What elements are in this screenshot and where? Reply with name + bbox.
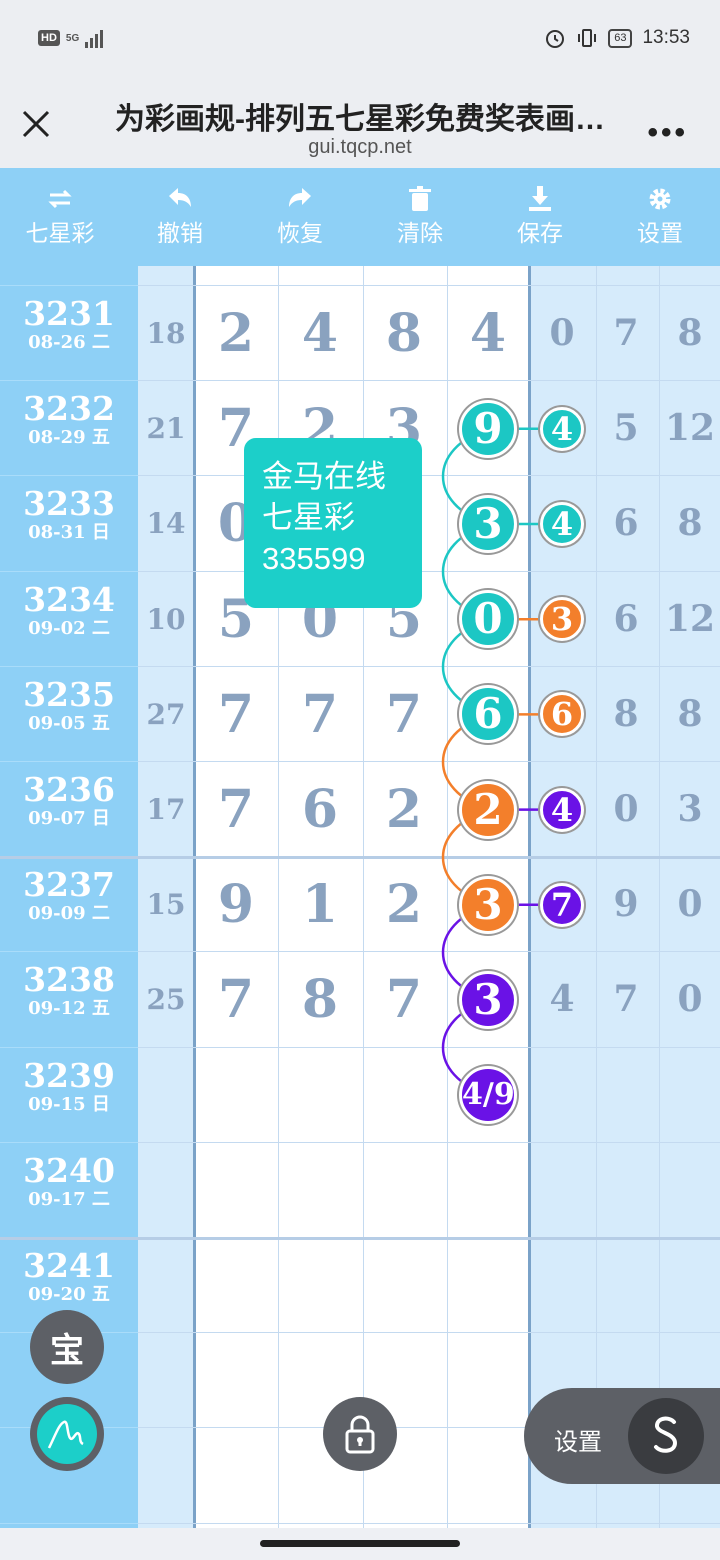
more-menu-icon[interactable]: ••• [647,116,688,150]
highlight-ball[interactable]: 3 [459,495,517,553]
lottery-type-button[interactable]: 七星彩 [0,168,120,266]
redo-button[interactable]: 恢复 [240,168,360,266]
tooltip-line: 七星彩 [262,500,355,535]
marker-ball[interactable]: 7 [540,882,584,927]
lock-icon [345,1415,375,1454]
network-type: 5G [65,32,80,44]
undo-icon [169,188,191,207]
save-button[interactable]: 保存 [480,168,600,266]
hd-badge: HD [38,30,60,46]
draw-tooltip: 金马在线 七星彩 335599 [244,438,422,608]
settings-pill-label: 设置 [554,1429,602,1456]
trash-icon [409,186,431,211]
bao-label: 宝 [50,1331,84,1370]
toolbar: 七星彩 撤销 恢复 清除 保存 设置 [0,168,720,266]
toolbar-label: 清除 [397,220,443,246]
highlight-ball[interactable]: 6 [459,685,517,744]
download-icon [529,186,551,211]
signal-icon [85,28,104,48]
s-logo-icon [654,1416,678,1453]
s-button[interactable] [628,1398,704,1474]
clear-button[interactable]: 清除 [360,168,480,266]
page-title: 为彩画规-排列五七星彩免费奖表画… [115,103,605,136]
toolbar-label: 设置 [637,220,683,246]
marker-ball[interactable]: 4 [540,406,584,451]
battery-icon: 63 [608,28,633,48]
highlight-ball[interactable]: 3 [459,971,517,1029]
marker-ball[interactable]: 4 [540,502,584,546]
toolbar-label: 撤销 [157,220,203,246]
toolbar-label: 保存 [517,220,563,246]
vibrate-icon [578,29,597,47]
highlight-ball[interactable]: 3 [459,875,517,934]
marker-ball[interactable]: 4 [540,787,584,832]
pen-scribble-icon [47,1420,84,1449]
highlight-ball[interactable]: 9 [459,399,517,458]
tooltip-line: 335599 [262,541,366,576]
home-indicator [260,1540,460,1547]
toolbar-label: 七星彩 [25,220,95,246]
highlight-ball[interactable]: 4/9 [459,1066,517,1125]
browser-title-bar: 为彩画规-排列五七星彩免费奖表画… gui.tqcp.net ••• [0,80,720,168]
clock: 13:53 [642,27,690,48]
page-url: gui.tqcp.net [308,136,412,158]
lock-button[interactable] [323,1397,397,1471]
settings-button[interactable]: 设置 [600,168,720,266]
redo-icon [289,188,311,207]
alarm-icon [546,30,565,48]
lottery-trend-chart[interactable]: 3231 08-26 二 18 2 4 8 4 0 7 8 3232 08-29 五 21 7 2 3 5 12 3… [0,266,720,1528]
toolbar-label: 恢复 [277,220,323,246]
gear-icon [649,188,671,210]
close-icon[interactable] [18,106,54,142]
bao-button[interactable]: 宝 [30,1310,104,1384]
swap-icon [48,189,72,209]
draw-mode-button[interactable] [30,1397,104,1471]
highlight-ball[interactable]: 2 [459,780,517,839]
undo-button[interactable]: 撤销 [120,168,240,266]
highlight-ball[interactable]: 0 [459,590,517,649]
tooltip-line: 金马在线 [262,459,386,494]
settings-pill[interactable]: 设置 [524,1388,720,1484]
marker-ball[interactable]: 3 [540,597,584,642]
status-bar: HD 5G 63 13:53 [0,0,720,80]
